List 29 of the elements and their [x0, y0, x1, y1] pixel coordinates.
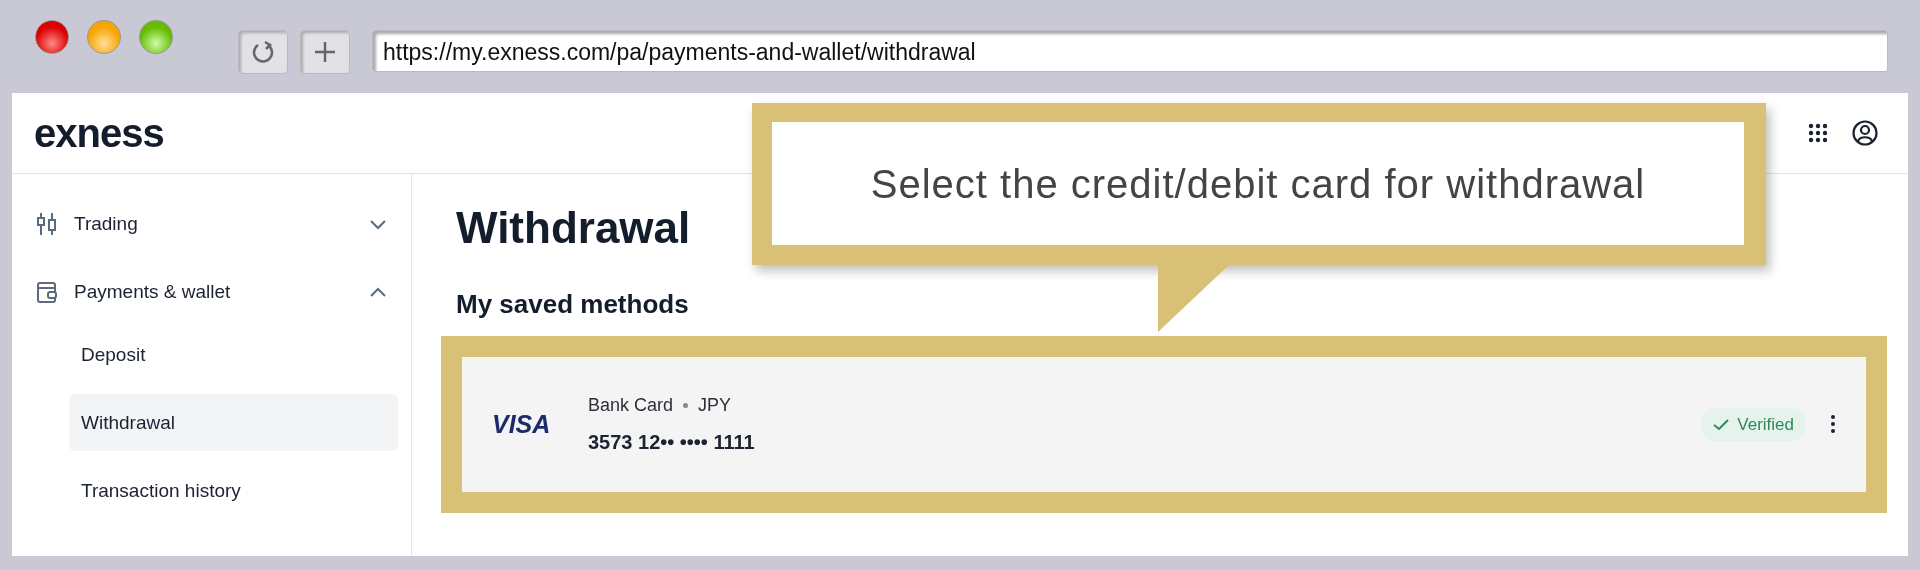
card-brand-logo: VISA	[492, 408, 552, 440]
page-title: Withdrawal	[456, 202, 692, 254]
callout-text: Select the credit/debit card for withdrawal	[870, 160, 1646, 208]
sidebar-item[interactable]: Trading	[12, 190, 411, 258]
check-icon	[1713, 417, 1730, 431]
sidebar-subitem[interactable]: Transaction history	[69, 462, 398, 519]
reload-icon	[250, 39, 276, 65]
address-bar[interactable]: https://my.exness.com/pa/payments-and-wallet/withdrawal	[372, 30, 1888, 72]
sidebar-subitem[interactable]: Deposit	[69, 326, 398, 383]
method-type: Bank Card	[588, 393, 674, 417]
chevron-down-icon	[369, 217, 387, 231]
payment-method-card[interactable]: VISA Bank Card JPY 3573 12•• •••• 1111 Verified	[462, 356, 1866, 492]
close-button[interactable]	[35, 20, 69, 54]
section-heading: My saved methods	[456, 287, 689, 321]
reload-button[interactable]	[238, 30, 288, 74]
plus-icon	[314, 41, 336, 63]
logo[interactable]: exness	[34, 103, 164, 163]
new-tab-button[interactable]	[300, 30, 350, 74]
candlestick-icon	[36, 212, 58, 236]
card-number: 3573 12•• •••• 1111	[588, 429, 756, 455]
user-icon[interactable]	[1852, 120, 1878, 146]
apps-grid-icon[interactable]	[1808, 123, 1828, 143]
status-badge: Verified	[1701, 407, 1806, 442]
wallet-icon	[36, 280, 58, 304]
chevron-up-icon	[369, 285, 387, 299]
more-options-icon[interactable]	[1830, 414, 1836, 435]
method-currency: JPY	[698, 393, 732, 417]
sidebar-subitem[interactable]: Withdrawal	[69, 394, 398, 451]
sidebar-item[interactable]: Payments & wallet	[12, 258, 411, 326]
